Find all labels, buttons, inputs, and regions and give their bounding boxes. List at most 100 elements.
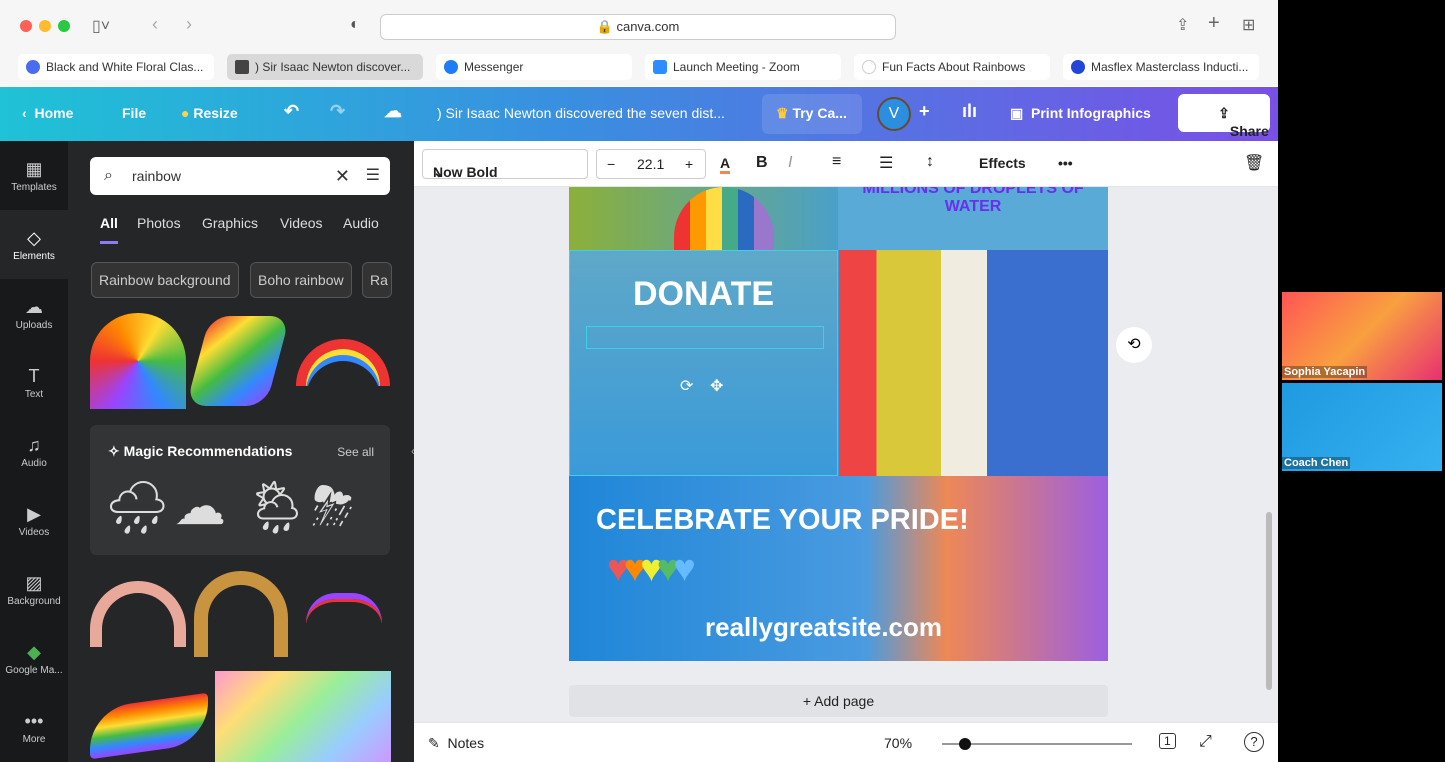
- tab-messenger[interactable]: Messenger: [436, 54, 632, 80]
- celebrate-text[interactable]: CELEBRATE YOUR PRIDE!: [596, 504, 969, 537]
- scrollbar[interactable]: [1266, 512, 1272, 690]
- share-icon[interactable]: ⇪: [1176, 15, 1189, 35]
- rotate-icon[interactable]: ⟳: [680, 376, 693, 396]
- close-button[interactable]: [20, 20, 32, 32]
- spacing-icon[interactable]: ↕: [926, 153, 934, 171]
- rail-background[interactable]: ▨ Background: [0, 555, 68, 624]
- forward-icon[interactable]: ›: [186, 14, 192, 35]
- rail-audio[interactable]: ♫ Audio: [0, 417, 68, 486]
- resize-button[interactable]: ● Resize: [181, 105, 238, 121]
- font-size-stepper[interactable]: − 22.1 +: [596, 149, 706, 179]
- search-input[interactable]: ⌕ rainbow ✕ ☰: [90, 157, 390, 195]
- filter-icon[interactable]: ☰: [366, 157, 380, 195]
- cloud-saved-icon[interactable]: ☁: [384, 101, 402, 122]
- add-collaborator-icon[interactable]: +: [919, 101, 930, 122]
- minimize-button[interactable]: [39, 20, 51, 32]
- more-options-icon[interactable]: •••: [1058, 155, 1073, 171]
- rail-templates[interactable]: ▦ Templates: [0, 141, 68, 210]
- website-text[interactable]: reallygreatsite.com: [705, 612, 942, 643]
- share-button[interactable]: ⇪ Share: [1178, 94, 1270, 139]
- rail-more[interactable]: ••• More: [0, 693, 68, 762]
- back-icon[interactable]: ‹: [152, 14, 158, 35]
- rain-cloud-icon[interactable]: 🌧: [104, 477, 170, 538]
- tab-all[interactable]: All: [100, 215, 118, 244]
- rail-videos[interactable]: ▶ Videos: [0, 486, 68, 555]
- move-icon[interactable]: ✥: [710, 376, 723, 396]
- home-button[interactable]: ‹ Home: [22, 105, 73, 121]
- sidebar-icon[interactable]: ▯˅: [92, 16, 110, 36]
- rail-elements[interactable]: ◇ Elements: [0, 210, 68, 279]
- effects-button[interactable]: Effects: [979, 155, 1026, 171]
- tab-floral[interactable]: Black and White Floral Clas...: [18, 54, 214, 80]
- thin-rainbow-graphic[interactable]: [306, 593, 382, 623]
- pride-hands-photo[interactable]: [839, 250, 1108, 476]
- boho-rainbow-graphic[interactable]: [90, 581, 186, 647]
- list-icon[interactable]: ☰: [879, 153, 893, 173]
- boho-arch-graphic[interactable]: [194, 571, 288, 657]
- tab-newton[interactable]: ) Sir Isaac Newton discover...: [227, 54, 423, 80]
- fullscreen-icon[interactable]: ⤢: [1199, 733, 1212, 751]
- add-page-button[interactable]: + Add page: [569, 685, 1108, 717]
- insights-icon[interactable]: ılı: [962, 101, 977, 122]
- arc-rainbow-graphic[interactable]: [296, 339, 390, 386]
- ribbon-rainbow-graphic[interactable]: [90, 692, 208, 760]
- hearts-graphic[interactable]: ♥♥♥♥♥: [607, 548, 696, 591]
- address-bar[interactable]: 🔒 canva.com: [380, 14, 896, 40]
- selected-text-box[interactable]: [586, 326, 824, 349]
- user-avatar[interactable]: V: [877, 97, 911, 131]
- cloud-icon[interactable]: ☁: [174, 477, 226, 537]
- chip-rainbow-background[interactable]: Rainbow background: [91, 262, 239, 298]
- increase-size-button[interactable]: +: [685, 156, 693, 172]
- font-dropdown[interactable]: Now Bold ⌄: [422, 149, 588, 180]
- tab-graphics[interactable]: Graphics: [202, 215, 258, 231]
- tab-audio[interactable]: Audio: [343, 215, 379, 231]
- clear-icon[interactable]: ✕: [335, 157, 350, 195]
- wavy-rainbow-graphic[interactable]: [185, 316, 291, 406]
- rainbow-graphic[interactable]: [90, 313, 186, 409]
- italic-icon[interactable]: I: [788, 154, 792, 172]
- rail-uploads[interactable]: ☁ Uploads: [0, 279, 68, 348]
- text-color-icon[interactable]: A: [720, 155, 731, 174]
- design-page[interactable]: MILLIONS OF DROPLETS OF WATER DONATE ⟳ ✥…: [569, 187, 1108, 661]
- rail-text[interactable]: T Text: [0, 348, 68, 417]
- comment-refresh-icon[interactable]: ⟲: [1116, 327, 1152, 363]
- notes-button[interactable]: ✎ Notes: [428, 735, 484, 752]
- redo-icon[interactable]: ↷: [330, 101, 345, 122]
- shield-icon[interactable]: ◐: [350, 16, 360, 34]
- tab-rainbows[interactable]: Fun Facts About Rainbows: [854, 54, 1050, 80]
- align-center-icon[interactable]: ≡: [832, 153, 841, 171]
- zoom-slider[interactable]: [942, 738, 1132, 750]
- zoom-slider-knob[interactable]: [958, 738, 971, 750]
- page-count-button[interactable]: 1: [1159, 733, 1176, 749]
- tab-masflex[interactable]: Masflex Masterclass Inducti...: [1063, 54, 1259, 80]
- tab-overview-icon[interactable]: ⊞: [1242, 15, 1255, 35]
- see-all-link[interactable]: See all: [337, 445, 374, 459]
- chip-boho-rainbow[interactable]: Boho rainbow: [250, 262, 352, 298]
- droplets-text[interactable]: MILLIONS OF DROPLETS OF: [838, 187, 1108, 198]
- watercolor-rainbow-graphic[interactable]: [215, 671, 391, 762]
- video-tile-sophia[interactable]: Sophia Yacapin: [1282, 292, 1442, 380]
- new-tab-icon[interactable]: +: [1208, 12, 1220, 35]
- donate-text[interactable]: DONATE: [570, 275, 837, 314]
- tab-videos[interactable]: Videos: [280, 215, 323, 231]
- trash-icon[interactable]: 🗑: [1244, 153, 1264, 173]
- bold-icon[interactable]: B: [756, 154, 768, 172]
- maximize-button[interactable]: [58, 20, 70, 32]
- tab-photos[interactable]: Photos: [137, 215, 181, 231]
- rail-google-maps[interactable]: ◆ Google Ma...: [0, 624, 68, 693]
- sun-rain-icon[interactable]: 🌦: [244, 477, 310, 538]
- try-canva-pro-button[interactable]: ♛ Try Ca...: [762, 94, 862, 134]
- chip-more[interactable]: Ra: [362, 262, 392, 298]
- video-tile-coach[interactable]: Coach Chen: [1282, 383, 1442, 471]
- design-title[interactable]: ) Sir Isaac Newton discovered the seven …: [437, 105, 725, 121]
- help-icon[interactable]: ?: [1244, 732, 1264, 752]
- decrease-size-button[interactable]: −: [607, 156, 615, 172]
- file-menu[interactable]: File: [122, 105, 146, 121]
- print-infographics-button[interactable]: ▣ Print Infographics: [1010, 105, 1151, 122]
- water-text[interactable]: WATER: [838, 198, 1108, 216]
- zoom-value[interactable]: 70%: [884, 735, 912, 751]
- storm-icon[interactable]: ⛈: [312, 477, 354, 538]
- font-size-input[interactable]: 22.1: [637, 156, 664, 172]
- undo-icon[interactable]: ↶: [284, 101, 299, 122]
- tab-zoom[interactable]: Launch Meeting - Zoom: [645, 54, 841, 80]
